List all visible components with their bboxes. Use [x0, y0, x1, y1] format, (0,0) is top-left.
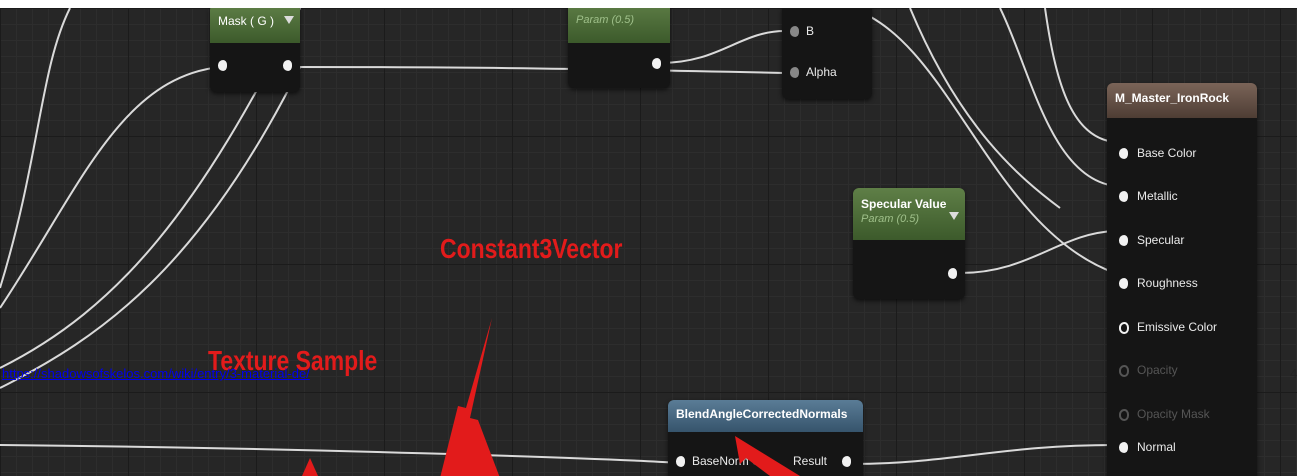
red-arrow	[440, 318, 500, 476]
material-graph-canvas[interactable]: Mask ( G ) Param (0.5) B Alpha Specular …	[0, 8, 1297, 476]
red-arrow	[302, 458, 318, 476]
page-number: 4	[1290, 366, 1297, 381]
arrow-layer	[302, 318, 800, 476]
red-arrow	[735, 436, 800, 476]
source-link[interactable]: https://shadowsofskelos.com/wiki/entry/3…	[2, 366, 310, 381]
